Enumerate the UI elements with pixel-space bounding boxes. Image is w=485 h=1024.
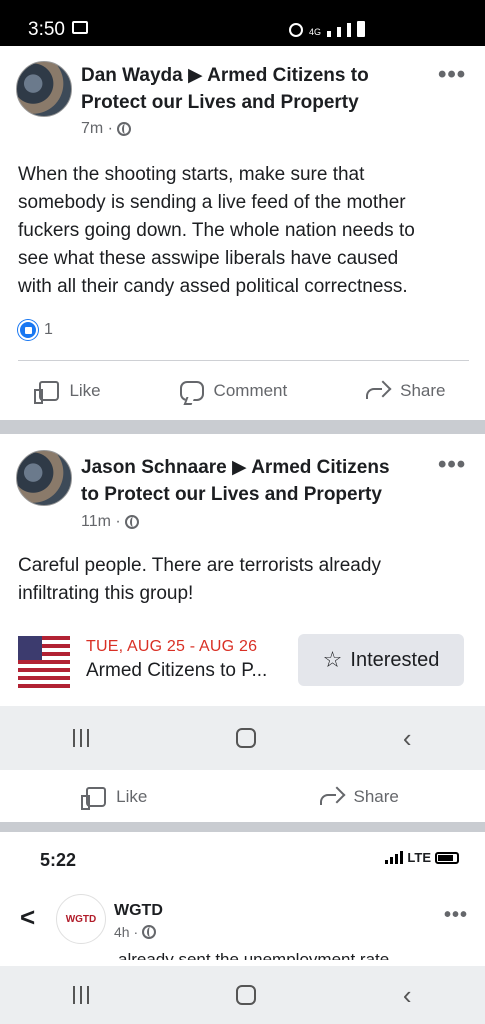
share-label: Share <box>400 381 446 400</box>
avatar[interactable] <box>16 61 72 117</box>
network-type: 4G <box>308 27 321 37</box>
share-icon <box>366 382 390 400</box>
divider <box>18 360 469 361</box>
post-text-line: infiltrating this group! <box>18 583 194 604</box>
event-date: TUE, AUG 25 - AUG 26 <box>86 638 258 655</box>
post-actions: Like Comment Share <box>0 376 485 406</box>
share-label: Share <box>353 787 399 806</box>
feed-separator <box>0 420 485 434</box>
post-author[interactable]: Dan Wayda ▶ Armed Citizens to Protect ou… <box>81 62 369 116</box>
wgtd-logo[interactable]: WGTD <box>56 894 106 944</box>
post-text-line: fuckers going down. The whole nation nee… <box>18 220 415 241</box>
thumbs-up-icon <box>34 381 60 404</box>
status-time: 3:50 <box>28 19 65 40</box>
post-text-line: see what these asswipe liberals have cau… <box>18 248 399 269</box>
like-reaction-icon <box>18 320 38 340</box>
image-notification-icon <box>72 21 88 34</box>
post-actions: Like Share <box>0 782 485 812</box>
back-icon[interactable]: ‹ <box>403 725 412 751</box>
share-button[interactable]: Share <box>366 381 446 401</box>
like-label: Like <box>69 381 101 400</box>
home-icon[interactable] <box>236 728 257 748</box>
author-line: Protect our Lives and Property <box>81 92 359 113</box>
post-card: Jason Schnaare ▶ Armed Citizens to Prote… <box>0 434 485 706</box>
post-card: Like Share <box>0 770 485 822</box>
android-nav-bar: ‹ <box>0 706 485 770</box>
status-bar: 3:50 4G <box>0 0 485 46</box>
battery-icon <box>435 851 459 864</box>
signal-icon <box>347 23 351 37</box>
post-meta: 11m · <box>81 513 139 531</box>
more-options-icon[interactable]: ••• <box>438 63 466 87</box>
post-time: 7m · <box>81 120 113 137</box>
interested-label: Interested <box>350 648 440 671</box>
interested-button[interactable]: ☆ Interested <box>298 634 464 686</box>
post-card: Dan Wayda ▶ Armed Citizens to Protect ou… <box>0 46 485 420</box>
star-icon: ☆ <box>322 647 343 672</box>
feed-separator <box>0 822 485 832</box>
home-icon[interactable] <box>236 985 257 1005</box>
alarm-icon <box>288 23 303 37</box>
post-meta: 4h · <box>114 924 157 940</box>
reactions-summary[interactable]: 1 <box>18 320 53 340</box>
recent-apps-icon[interactable] <box>73 986 90 1004</box>
like-button[interactable]: Like <box>81 787 148 810</box>
thumbs-up-icon <box>81 787 107 810</box>
post-text-line: Careful people. There are terrorists alr… <box>18 555 381 576</box>
status-time: 5:22 <box>40 850 77 870</box>
post-text: When the shooting starts, make sure that… <box>18 161 415 301</box>
globe-icon <box>117 122 131 136</box>
like-button[interactable]: Like <box>34 381 101 404</box>
post-text-line: somebody is sending a live feed of the m… <box>18 192 406 213</box>
network-type: LTE <box>407 850 431 865</box>
author-line: to Protect our Lives and Property <box>81 484 382 505</box>
page-name[interactable]: WGTD <box>114 902 163 920</box>
author-line: Jason Schnaare ▶ Armed Citizens <box>81 457 390 478</box>
page-post-header: < WGTD WGTD 4h · ••• already sent the un… <box>0 884 485 960</box>
reaction-count: 1 <box>44 321 53 338</box>
battery-icon <box>357 21 365 37</box>
post-time: 4h · <box>114 924 139 940</box>
globe-icon <box>124 515 139 529</box>
event-attachment[interactable]: TUE, AUG 25 - AUG 26 Armed Citizens to P… <box>0 632 485 696</box>
us-flag-image <box>18 636 70 688</box>
post-text-partial: already sent the unemployment rate <box>118 950 390 960</box>
share-icon <box>319 788 344 806</box>
globe-icon <box>142 925 157 939</box>
signal-icon <box>385 851 404 864</box>
ios-status-bar: 5:22 LTE <box>0 836 485 880</box>
post-text-line: When the shooting starts, make sure that <box>18 164 365 185</box>
recent-apps-icon[interactable] <box>73 729 90 747</box>
post-text: Careful people. There are terrorists alr… <box>18 552 381 608</box>
comment-button[interactable]: Comment <box>179 381 288 401</box>
post-author[interactable]: Jason Schnaare ▶ Armed Citizens to Prote… <box>81 454 390 508</box>
like-label: Like <box>116 787 148 806</box>
back-icon[interactable]: < <box>20 902 35 933</box>
signal-icon <box>327 31 331 37</box>
back-icon[interactable]: ‹ <box>403 982 412 1008</box>
author-line: Dan Wayda ▶ Armed Citizens to <box>81 65 369 86</box>
event-name[interactable]: Armed Citizens to P... <box>86 660 267 682</box>
comment-icon <box>179 381 204 401</box>
post-meta: 7m · <box>81 120 131 138</box>
share-button[interactable]: Share <box>319 787 399 807</box>
post-time: 11m · <box>81 513 121 530</box>
post-text-line: with all their candy assed political cor… <box>18 276 408 297</box>
avatar[interactable] <box>16 450 72 506</box>
more-options-icon[interactable]: ••• <box>438 453 466 477</box>
signal-icon <box>337 27 341 37</box>
status-icons: LTE <box>385 850 459 865</box>
comment-label: Comment <box>213 381 288 400</box>
android-nav-bar: ‹ <box>0 966 485 1024</box>
status-icons: 4G <box>288 21 365 37</box>
more-options-icon[interactable]: ••• <box>444 905 468 925</box>
